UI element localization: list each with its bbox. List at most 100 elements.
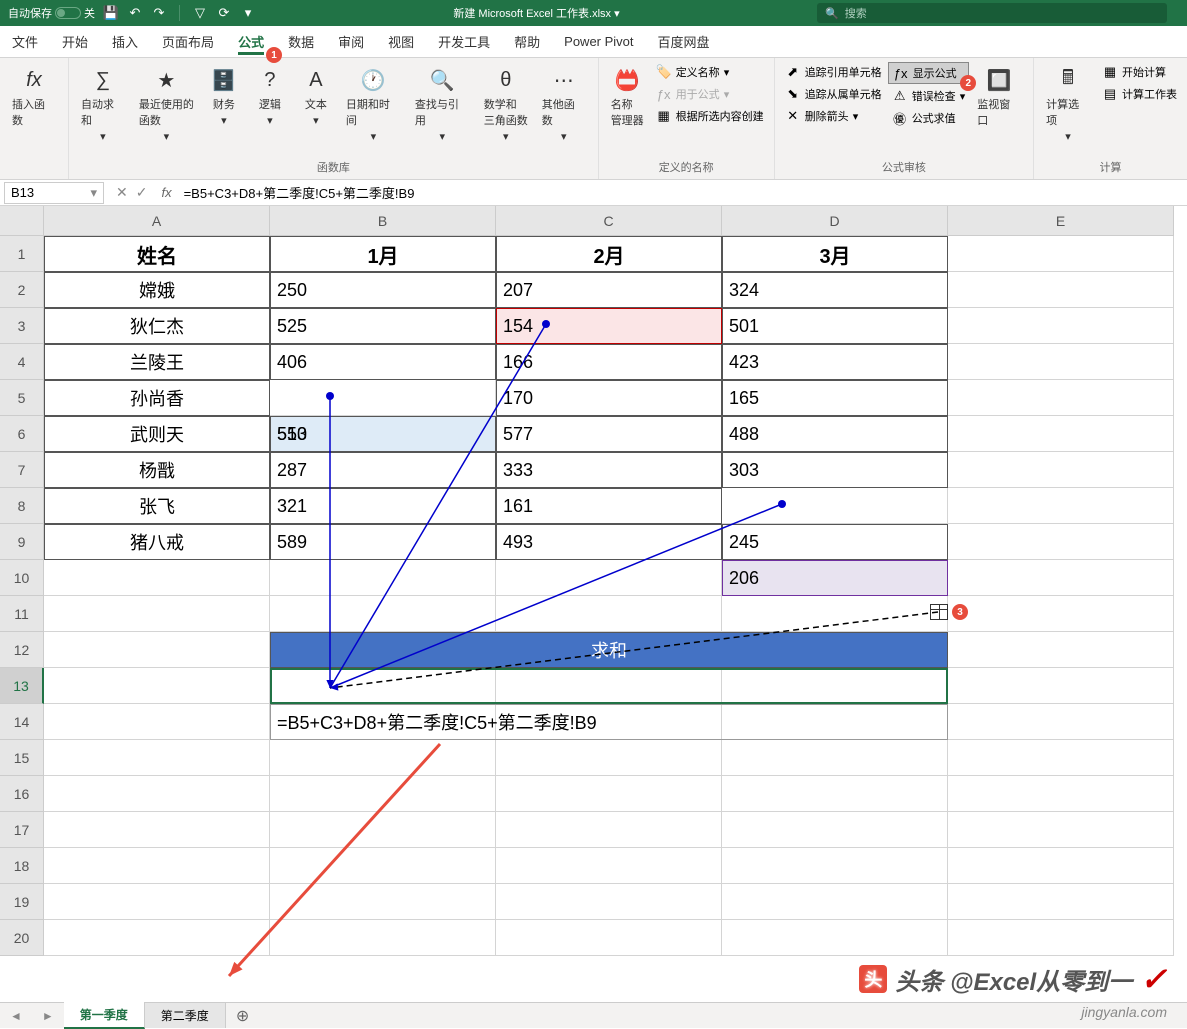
- row-header-12[interactable]: 12: [0, 632, 44, 668]
- cell-E9[interactable]: [948, 524, 1174, 560]
- row-header-4[interactable]: 4: [0, 344, 44, 380]
- cell-C4[interactable]: 166: [496, 344, 722, 380]
- save-icon[interactable]: 💾: [103, 5, 119, 21]
- cell-D3[interactable]: 501: [722, 308, 948, 344]
- cell-C7[interactable]: 333: [496, 452, 722, 488]
- fx-label-icon[interactable]: fx: [155, 185, 177, 200]
- sheet-tab-q2[interactable]: 第二季度: [145, 1003, 226, 1028]
- menu-view[interactable]: 视图: [376, 26, 426, 57]
- row-header-14[interactable]: 14: [0, 704, 44, 740]
- show-formulas-button[interactable]: ƒx显示公式2: [888, 62, 970, 84]
- cell-E2[interactable]: [948, 272, 1174, 308]
- cell-C6[interactable]: 577: [496, 416, 722, 452]
- menu-help[interactable]: 帮助: [502, 26, 552, 57]
- menu-baidu[interactable]: 百度网盘: [646, 26, 722, 57]
- cell-C16[interactable]: [496, 776, 722, 812]
- cell-A12[interactable]: [44, 632, 270, 668]
- row-header-5[interactable]: 5: [0, 380, 44, 416]
- text-button[interactable]: A文本▾: [294, 62, 338, 131]
- cell-B20[interactable]: [270, 920, 496, 956]
- cell-B7[interactable]: 287: [270, 452, 496, 488]
- row-header-7[interactable]: 7: [0, 452, 44, 488]
- cell-E18[interactable]: [948, 848, 1174, 884]
- menu-powerpivot[interactable]: Power Pivot: [552, 26, 645, 57]
- eval-formula-button[interactable]: ㊝公式求值: [888, 108, 970, 128]
- row-header-18[interactable]: 18: [0, 848, 44, 884]
- cell-A17[interactable]: [44, 812, 270, 848]
- cell-A9[interactable]: 猪八戒: [44, 524, 270, 560]
- cell-D8[interactable]: 206: [722, 560, 948, 596]
- cell-E7[interactable]: [948, 452, 1174, 488]
- cell-formula-display[interactable]: =B5+C3+D8+第二季度!C5+第二季度!B9: [270, 704, 948, 740]
- row-header-16[interactable]: 16: [0, 776, 44, 812]
- cell-B5[interactable]: [270, 380, 496, 416]
- search-box[interactable]: 🔍 搜索: [817, 3, 1167, 23]
- row-header-1[interactable]: 1: [0, 236, 44, 272]
- cell-D7[interactable]: 303: [722, 452, 948, 488]
- cell-E19[interactable]: [948, 884, 1174, 920]
- cell-B19[interactable]: [270, 884, 496, 920]
- cell-D17[interactable]: [722, 812, 948, 848]
- col-header-C[interactable]: C: [496, 206, 722, 236]
- cell-E1[interactable]: [948, 236, 1174, 272]
- row-header-9[interactable]: 9: [0, 524, 44, 560]
- menu-review[interactable]: 审阅: [326, 26, 376, 57]
- add-sheet-button[interactable]: ⊕: [226, 1006, 259, 1026]
- cell-E5[interactable]: [948, 380, 1174, 416]
- row-header-15[interactable]: 15: [0, 740, 44, 776]
- name-manager-button[interactable]: 📛名称 管理器: [605, 62, 650, 132]
- cell-B13[interactable]: [270, 668, 948, 704]
- cell-C8[interactable]: 161: [496, 488, 722, 524]
- cell-A10[interactable]: [44, 560, 270, 596]
- autosum-button[interactable]: ∑自动求和▾: [75, 62, 131, 147]
- row-header-19[interactable]: 19: [0, 884, 44, 920]
- cell-B10[interactable]: [270, 560, 496, 596]
- chevron-down-icon[interactable]: ▾: [90, 185, 97, 201]
- col-header-A[interactable]: A: [44, 206, 270, 236]
- cell-E15[interactable]: [948, 740, 1174, 776]
- cell-D19[interactable]: [722, 884, 948, 920]
- lookup-button[interactable]: 🔍查找与引用▾: [409, 62, 476, 147]
- row-header-17[interactable]: 17: [0, 812, 44, 848]
- cell-A19[interactable]: [44, 884, 270, 920]
- cell-E17[interactable]: [948, 812, 1174, 848]
- row-header-3[interactable]: 3: [0, 308, 44, 344]
- recent-fn-button[interactable]: ★最近使用的 函数▾: [133, 62, 200, 147]
- col-header-B[interactable]: B: [270, 206, 496, 236]
- cell-E4[interactable]: [948, 344, 1174, 380]
- cell-C11[interactable]: [496, 596, 722, 632]
- cell-E3[interactable]: [948, 308, 1174, 344]
- error-check-button[interactable]: ⚠错误检查 ▾: [888, 86, 970, 106]
- calc-options-button[interactable]: 🖩计算选项▾: [1040, 62, 1096, 147]
- cell-C19[interactable]: [496, 884, 722, 920]
- menu-file[interactable]: 文件: [0, 26, 50, 57]
- row-header-11[interactable]: 11: [0, 596, 44, 632]
- calc-now-button[interactable]: ▦开始计算: [1098, 62, 1181, 82]
- filter-icon[interactable]: ▽: [192, 5, 208, 21]
- cell-A3[interactable]: 狄仁杰: [44, 308, 270, 344]
- cell-D18[interactable]: [722, 848, 948, 884]
- define-name-button[interactable]: 🏷️定义名称 ▾: [652, 62, 768, 82]
- col-header-D[interactable]: D: [722, 206, 948, 236]
- cell-E20[interactable]: [948, 920, 1174, 956]
- cell-sum-header[interactable]: 求和: [270, 632, 948, 668]
- create-from-selection-button[interactable]: ▦根据所选内容创建: [652, 106, 768, 126]
- cell-B4[interactable]: 406: [270, 344, 496, 380]
- cell-D2[interactable]: 324: [722, 272, 948, 308]
- cell-A16[interactable]: [44, 776, 270, 812]
- confirm-icon[interactable]: ✓: [136, 184, 148, 201]
- other-fn-button[interactable]: ⋯其他函数▾: [536, 62, 592, 147]
- cell-A14[interactable]: [44, 704, 270, 740]
- menu-data[interactable]: 数据: [276, 26, 326, 57]
- cell-A18[interactable]: [44, 848, 270, 884]
- menu-layout[interactable]: 页面布局: [150, 26, 226, 57]
- cell-C3[interactable]: 154: [496, 308, 722, 344]
- cell-C2[interactable]: 207: [496, 272, 722, 308]
- cell-A7[interactable]: 杨戬: [44, 452, 270, 488]
- select-all-corner[interactable]: [0, 206, 44, 236]
- col-header-E[interactable]: E: [948, 206, 1174, 236]
- cell-B6[interactable]: 513: [270, 416, 496, 452]
- menu-home[interactable]: 开始: [50, 26, 100, 57]
- trace-precedents-button[interactable]: ⬈追踪引用单元格: [781, 62, 886, 82]
- cell-D9[interactable]: 245: [722, 524, 948, 560]
